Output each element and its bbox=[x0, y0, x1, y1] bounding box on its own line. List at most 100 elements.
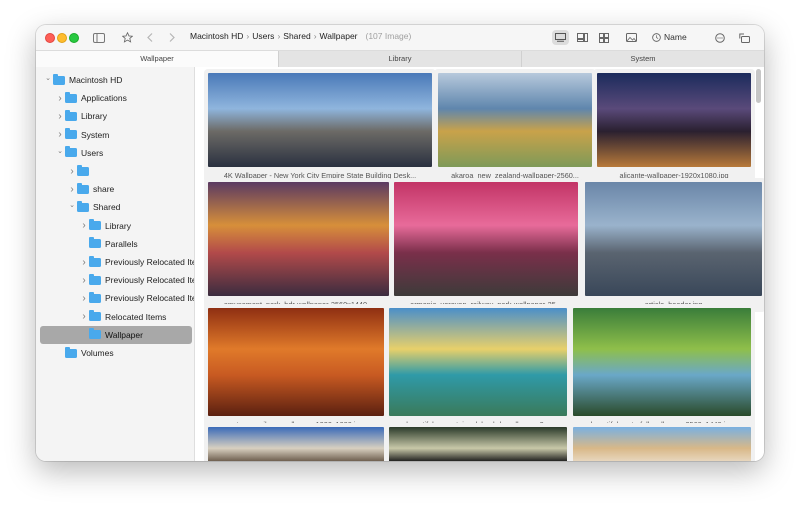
thumbnail-item[interactable]: article_header.jpg bbox=[581, 178, 764, 312]
thumbnail-image bbox=[394, 182, 578, 296]
breadcrumb-item[interactable]: Shared bbox=[283, 31, 310, 41]
back-icon[interactable] bbox=[144, 30, 156, 45]
thumbnail-image bbox=[389, 308, 567, 416]
breadcrumb-item[interactable]: Macintosh HD bbox=[190, 31, 243, 41]
breadcrumb-item[interactable]: Wallpaper bbox=[320, 31, 358, 41]
thumbnail-item[interactable] bbox=[385, 423, 571, 461]
chevron-right-icon[interactable]: › bbox=[79, 311, 89, 322]
sidebar-item[interactable]: › Relocated Items bbox=[36, 308, 194, 326]
chevron-right-icon[interactable]: › bbox=[79, 220, 89, 231]
view-gallery-icon[interactable] bbox=[552, 30, 569, 45]
sidebar-item-label: System bbox=[81, 129, 110, 140]
sidebar-item[interactable]: › Library bbox=[36, 107, 194, 125]
folder-icon bbox=[65, 146, 77, 158]
sidebar-item[interactable]: ⌄ Users bbox=[36, 144, 194, 162]
sidebar-item-label: Volumes bbox=[81, 348, 114, 358]
thumbnail-item[interactable]: alicante-wallpaper-1920x1080.jpg bbox=[593, 69, 755, 183]
sidebar-item-label: Parallels bbox=[105, 238, 138, 249]
breadcrumb-item[interactable]: Users bbox=[252, 31, 274, 41]
sidebar-item[interactable]: Wallpaper bbox=[40, 325, 192, 344]
thumbnail-item[interactable] bbox=[204, 423, 388, 461]
tab-system[interactable]: System bbox=[521, 51, 764, 67]
sidebar-item[interactable]: Volumes bbox=[36, 344, 194, 362]
thumbnail-image bbox=[573, 308, 751, 416]
sidebar-item[interactable]: › Previously Relocated Items 1 bbox=[36, 271, 194, 289]
sidebar-toggle-icon[interactable] bbox=[92, 30, 106, 45]
thumbnail-item[interactable]: autumn_railway-wallpaper-1920x1080.jpg bbox=[204, 304, 388, 432]
more-icon[interactable] bbox=[713, 30, 727, 45]
sidebar-item-label: Applications bbox=[81, 93, 127, 104]
chevron-down-icon[interactable]: ⌄ bbox=[55, 147, 65, 155]
thumbnail-image bbox=[573, 427, 751, 461]
sidebar-item[interactable]: › Previously Relocated Items bbox=[36, 253, 194, 271]
chevron-right-icon[interactable]: › bbox=[67, 166, 77, 177]
content-scrollbar[interactable] bbox=[756, 69, 761, 103]
chevron-right-icon: › bbox=[246, 31, 250, 41]
forward-icon[interactable] bbox=[166, 30, 178, 45]
clock-icon[interactable] bbox=[650, 30, 662, 45]
thumbnail-image bbox=[597, 73, 751, 167]
thumbnail-item[interactable]: armenia_yerevan_railway_park-wallpaper-2… bbox=[390, 178, 582, 312]
sidebar-item[interactable]: › Applications bbox=[36, 89, 194, 107]
tab-wallpaper[interactable]: Wallpaper bbox=[36, 51, 278, 67]
chevron-right-icon[interactable]: › bbox=[79, 257, 89, 268]
sidebar-item[interactable]: Parallels bbox=[36, 235, 194, 253]
chevron-right-icon[interactable]: › bbox=[55, 129, 65, 140]
thumbnail-image bbox=[208, 427, 384, 461]
sidebar-item[interactable]: ⌄ Macintosh HD bbox=[36, 71, 194, 89]
sidebar-item-label: Library bbox=[81, 111, 107, 122]
share-icon[interactable] bbox=[738, 30, 752, 45]
view-columns-icon[interactable] bbox=[574, 30, 590, 45]
folder-icon bbox=[89, 310, 101, 322]
chevron-right-icon[interactable]: › bbox=[55, 111, 65, 122]
star-icon[interactable] bbox=[120, 30, 134, 45]
chevron-right-icon: › bbox=[313, 31, 317, 41]
chevron-right-icon: › bbox=[277, 31, 281, 41]
view-grid-icon[interactable] bbox=[596, 30, 612, 45]
thumbnail-item[interactable] bbox=[569, 423, 755, 461]
sidebar-item[interactable]: ⌄ Shared bbox=[36, 198, 194, 216]
folder-icon bbox=[89, 328, 101, 340]
chevron-right-icon[interactable]: › bbox=[79, 275, 89, 286]
thumbnail-item[interactable]: akaroa_new_zealand-wallpaper-2560... bbox=[434, 69, 596, 183]
thumbnail-item[interactable]: beautiful_mountains_lake_hdr-wallpaper-2… bbox=[385, 304, 571, 432]
chevron-down-icon[interactable]: ⌄ bbox=[67, 201, 77, 209]
sidebar-item[interactable]: › System bbox=[36, 126, 194, 144]
sidebar-item-label: Macintosh HD bbox=[69, 75, 123, 85]
image-icon[interactable] bbox=[623, 30, 639, 45]
tab-library[interactable]: Library bbox=[278, 51, 521, 67]
thumbnail-image bbox=[438, 73, 592, 167]
sort-by-label[interactable]: Name bbox=[664, 32, 687, 42]
chevron-right-icon[interactable]: › bbox=[79, 293, 89, 304]
folder-icon bbox=[89, 291, 101, 303]
tab-bar: Wallpaper Library System bbox=[36, 50, 764, 68]
thumbnail-image bbox=[208, 182, 389, 296]
folder-icon bbox=[89, 255, 101, 267]
sidebar-item-label: Users bbox=[81, 147, 104, 158]
sidebar-item[interactable]: › Library bbox=[36, 217, 194, 235]
sidebar-item[interactable]: › bbox=[36, 162, 194, 180]
folder-icon bbox=[65, 109, 77, 121]
chevron-down-icon[interactable]: ⌄ bbox=[43, 74, 53, 82]
sidebar-item[interactable]: › share bbox=[36, 180, 194, 198]
sidebar-item-label: Library bbox=[105, 220, 131, 231]
gallery-grid: 4K Wallpaper - New York City Empire Stat… bbox=[195, 67, 764, 461]
minimize-button[interactable] bbox=[57, 33, 67, 43]
sidebar-item[interactable]: › Previously Relocated Items 2 bbox=[36, 289, 194, 307]
thumbnail-item[interactable]: amusement_park_hdr-wallpaper-2560x1440..… bbox=[204, 178, 393, 312]
thumbnail-image bbox=[208, 308, 384, 416]
close-button[interactable] bbox=[45, 33, 55, 43]
folder-icon bbox=[65, 91, 77, 103]
zoom-button[interactable] bbox=[69, 33, 79, 43]
thumbnail-image bbox=[585, 182, 762, 296]
sidebar-item-label: Previously Relocated Items 1 bbox=[105, 275, 194, 286]
thumbnail-item[interactable]: 4K Wallpaper - New York City Empire Stat… bbox=[204, 69, 436, 183]
thumbnail-item[interactable]: beautiful_waterfall-wallpaper-2560x1440.… bbox=[569, 304, 755, 432]
finder-window: Macintosh HD › Users › Shared › Wallpaper (107 … bbox=[36, 25, 764, 461]
folder-icon bbox=[77, 200, 89, 212]
sidebar-item-label: Shared bbox=[93, 202, 121, 213]
chevron-right-icon[interactable]: › bbox=[67, 184, 77, 195]
folder-icon bbox=[65, 128, 77, 140]
sidebar-item-label: share bbox=[93, 184, 115, 195]
chevron-right-icon[interactable]: › bbox=[55, 93, 65, 104]
